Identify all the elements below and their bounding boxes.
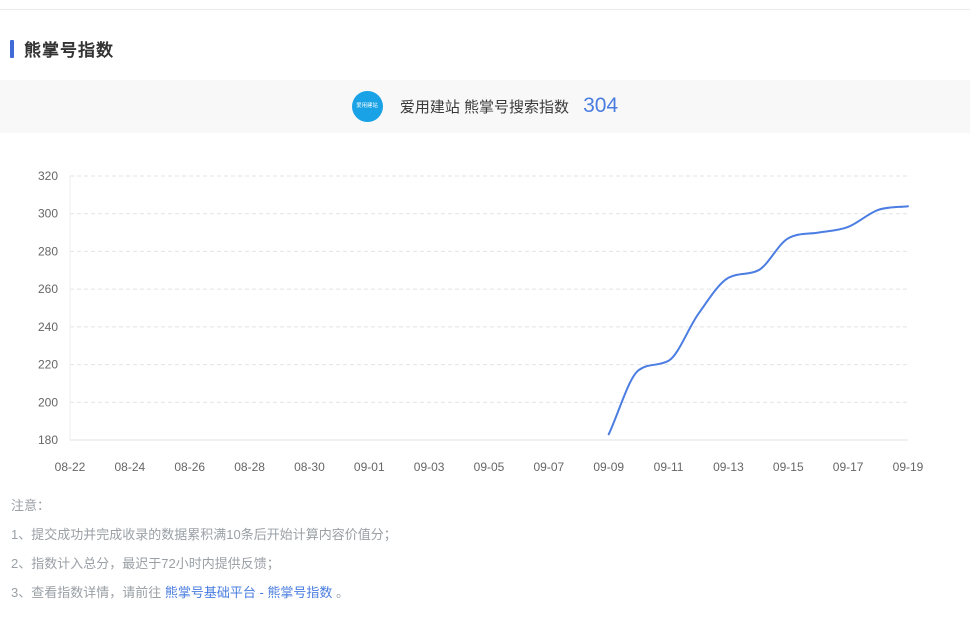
svg-text:09-09: 09-09 [593,460,624,474]
svg-text:280: 280 [38,244,58,258]
svg-text:09-03: 09-03 [414,460,445,474]
page-header: 熊掌号指数 [10,36,114,61]
svg-text:09-17: 09-17 [833,460,864,474]
svg-text:200: 200 [38,395,58,409]
svg-text:09-15: 09-15 [773,460,804,474]
top-divider [0,9,970,10]
index-summary-banner: 爱用建站 爱用建站 熊掌号搜索指数 304 [0,80,970,133]
index-value: 304 [583,94,618,118]
svg-text:08-28: 08-28 [234,460,265,474]
svg-text:09-05: 09-05 [474,460,505,474]
gridlines [70,176,908,440]
svg-text:09-07: 09-07 [534,460,565,474]
svg-text:09-01: 09-01 [354,460,385,474]
note-3-separator: - [256,585,268,600]
avatar-logo-text: 爱用建站 [357,103,379,109]
svg-text:08-22: 08-22 [55,460,86,474]
index-series-line [609,206,908,434]
svg-text:08-26: 08-26 [174,460,205,474]
notes-section: 注意： 1、提交成功并完成收录的数据累积满10条后开始计算内容价值分； 2、指数… [11,496,397,612]
svg-text:320: 320 [38,169,58,183]
link-xiongzhang-index[interactable]: 熊掌号指数 [267,585,332,600]
svg-text:09-11: 09-11 [654,460,684,474]
svg-text:08-24: 08-24 [115,460,146,474]
svg-text:180: 180 [38,433,58,447]
title-accent-bar [10,40,14,58]
note-item-1: 1、提交成功并完成收录的数据累积满10条后开始计算内容价值分； [11,525,397,544]
link-xiongzhang-platform[interactable]: 熊掌号基础平台 [165,585,256,600]
banner-label: 爱用建站 熊掌号搜索指数 [400,96,569,117]
svg-text:09-19: 09-19 [893,460,924,474]
page-title: 熊掌号指数 [24,36,114,61]
note-item-2: 2、指数计入总分，最迟于72小时内提供反馈； [11,554,397,573]
svg-text:08-30: 08-30 [294,460,325,474]
site-avatar: 爱用建站 [352,91,383,122]
note-3-suffix: 。 [332,585,349,600]
index-line-chart: 18020022024026028030032008-2208-2408-260… [0,160,970,490]
svg-text:240: 240 [38,320,58,334]
x-axis-labels: 08-22 08-24 08-26 08-28 08-30 09-01 09-03 09-05… [55,460,924,474]
svg-text:260: 260 [38,282,58,296]
note-3-prefix: 3、查看指数详情，请前往 [11,585,165,600]
note-item-3: 3、查看指数详情，请前往 熊掌号基础平台 - 熊掌号指数 。 [11,583,397,602]
y-axis-labels: 180 200 220 240 260 280 300 320 [38,169,58,447]
svg-text:09-13: 09-13 [713,460,744,474]
svg-text:300: 300 [38,207,58,221]
svg-text:220: 220 [38,358,58,372]
notes-heading: 注意： [11,496,397,515]
